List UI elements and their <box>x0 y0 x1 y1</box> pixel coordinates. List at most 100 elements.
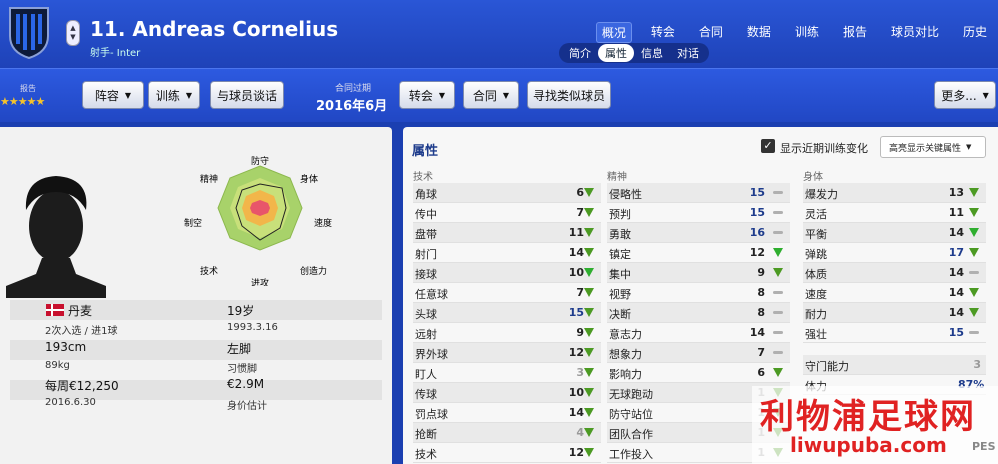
trend-up-icon <box>584 308 594 317</box>
attribute-name: 体质 <box>805 268 827 281</box>
attribute-name: 意志力 <box>609 328 642 341</box>
tab-transfer[interactable]: 转会 <box>646 22 680 43</box>
find-similar-button[interactable]: 寻找类似球员 <box>527 81 611 109</box>
attribute-name: 射门 <box>415 248 437 261</box>
subtab-dialog[interactable]: 对话 <box>670 44 706 62</box>
attribute-value: 15 <box>749 186 765 199</box>
chevron-down-icon: ▼ <box>966 143 972 151</box>
chevron-down-icon: ▼ <box>982 90 989 100</box>
talk-button[interactable]: 与球员谈话 <box>210 81 284 109</box>
radar-label-speed: 速度 <box>314 217 332 229</box>
attribute-row: 罚点球 14 <box>413 403 601 423</box>
denmark-flag-icon <box>46 304 64 316</box>
attribute-row: 技术 12 <box>413 443 601 463</box>
radar-label-creativity: 创造力 <box>300 265 327 277</box>
attributes-title: 属性 <box>412 144 439 159</box>
attribute-row: 决断 8 <box>607 303 790 323</box>
player-switch-stepper[interactable]: ▲ ▼ <box>66 20 80 46</box>
attribute-name: 速度 <box>805 288 827 301</box>
attribute-row: 影响力 6 <box>607 363 790 383</box>
trend-up-icon <box>773 268 783 277</box>
no-change-icon <box>773 351 783 354</box>
contract-button[interactable]: 合同 ▼ <box>463 81 519 109</box>
date-of-birth: 1993.3.16 <box>227 322 278 333</box>
training-change-checkbox[interactable]: ✓ <box>761 139 775 153</box>
attribute-row: 勇敢 16 <box>607 223 790 243</box>
header-bar: ▲ ▼ 11. Andreas Cornelius 射手- Inter 概况 转会… <box>0 0 998 68</box>
lineup-button[interactable]: 阵容 ▼ <box>82 81 144 109</box>
trend-up-icon <box>969 228 979 237</box>
tab-compare[interactable]: 球员对比 <box>886 22 944 43</box>
attribute-name: 爆发力 <box>805 188 838 201</box>
attribute-value: 10 <box>568 386 584 399</box>
value-label: 身价估计 <box>227 401 267 412</box>
attribute-name: 盘带 <box>415 228 437 241</box>
attribute-name: 耐力 <box>805 308 827 321</box>
attribute-value: 14 <box>749 326 765 339</box>
attribute-value: 6 <box>576 186 584 199</box>
tab-overview[interactable]: 概况 <box>595 22 632 43</box>
wage: 每周€12,250 <box>45 379 119 393</box>
attribute-row: 体质 14 <box>803 263 986 283</box>
chevron-down-icon: ▼ <box>502 90 510 100</box>
attribute-name: 传球 <box>415 388 437 401</box>
trend-up-icon <box>969 288 979 297</box>
trend-up-icon <box>969 308 979 317</box>
training-button[interactable]: 训练 ▼ <box>148 81 200 109</box>
attribute-row: 接球 10 <box>413 263 601 283</box>
radar-label-mental: 精神 <box>200 173 218 185</box>
trend-up-icon <box>969 188 979 197</box>
attribute-value: 12 <box>749 246 765 259</box>
highlight-key-attrs-dropdown[interactable]: 高亮显示关键属性 ▼ <box>880 136 986 158</box>
attribute-value: 15 <box>749 206 765 219</box>
attribute-name: 团队合作 <box>609 428 653 441</box>
attribute-row: 速度 14 <box>803 283 986 303</box>
trend-up-icon <box>584 328 594 337</box>
subtab-info[interactable]: 信息 <box>634 44 670 62</box>
attribute-row: 传中 7 <box>413 203 601 223</box>
tab-history[interactable]: 历史 <box>958 22 992 43</box>
attribute-value: 7 <box>576 206 584 219</box>
attribute-row: 侵略性 15 <box>607 183 790 203</box>
no-change-icon <box>969 331 979 334</box>
transfer-button[interactable]: 转会 ▼ <box>399 81 455 109</box>
attribute-name: 弹跳 <box>805 248 827 261</box>
attribute-row: 盯人 3 <box>413 363 601 383</box>
pes-logo: PES <box>972 440 996 453</box>
attribute-name: 工作投入 <box>609 448 653 461</box>
trend-up-icon <box>773 248 783 257</box>
subtab-attributes[interactable]: 属性 <box>598 44 634 62</box>
height: 193cm <box>45 340 87 354</box>
toolbar: 报告 ★★★★★ 阵容 ▼ 训练 ▼ 与球员谈话 合同过期 2016年6月 转会 ▼ … <box>0 68 998 122</box>
attribute-row: 任意球 7 <box>413 283 601 303</box>
trend-up-icon <box>584 368 594 377</box>
attribute-row: 传球 10 <box>413 383 601 403</box>
attribute-name: 远射 <box>415 328 437 341</box>
tab-report[interactable]: 报告 <box>838 22 872 43</box>
attribute-name: 勇敢 <box>609 228 631 241</box>
trend-up-icon <box>584 448 594 457</box>
main-nav: 概况 转会 合同 数据 训练 报告 球员对比 历史 <box>582 22 992 43</box>
attribute-name: 罚点球 <box>415 408 448 421</box>
tab-contract[interactable]: 合同 <box>694 22 728 43</box>
attribute-row: 耐力 14 <box>803 303 986 323</box>
attribute-value: 12 <box>568 446 584 459</box>
profile-row <box>10 300 382 320</box>
attribute-value: 13 <box>948 186 964 199</box>
column-physical: 身体 <box>803 172 823 183</box>
nationality: 丹麦 <box>68 304 93 318</box>
no-change-icon <box>773 311 783 314</box>
column-technical: 技术 <box>413 172 433 183</box>
more-button[interactable]: 更多... ▼ <box>934 81 996 109</box>
tab-stats[interactable]: 数据 <box>742 22 776 43</box>
tab-training[interactable]: 训练 <box>790 22 824 43</box>
radar-label-physical: 身体 <box>300 173 318 185</box>
no-change-icon <box>773 231 783 234</box>
attribute-row-gk: 守门能力 3 <box>803 355 986 375</box>
chevron-down-icon: ▼ <box>438 90 446 100</box>
attribute-value: 9 <box>757 266 765 279</box>
subtab-intro[interactable]: 简介 <box>562 44 598 62</box>
trend-up-icon <box>969 248 979 257</box>
attribute-row: 强壮 15 <box>803 323 986 343</box>
attribute-row: 视野 8 <box>607 283 790 303</box>
